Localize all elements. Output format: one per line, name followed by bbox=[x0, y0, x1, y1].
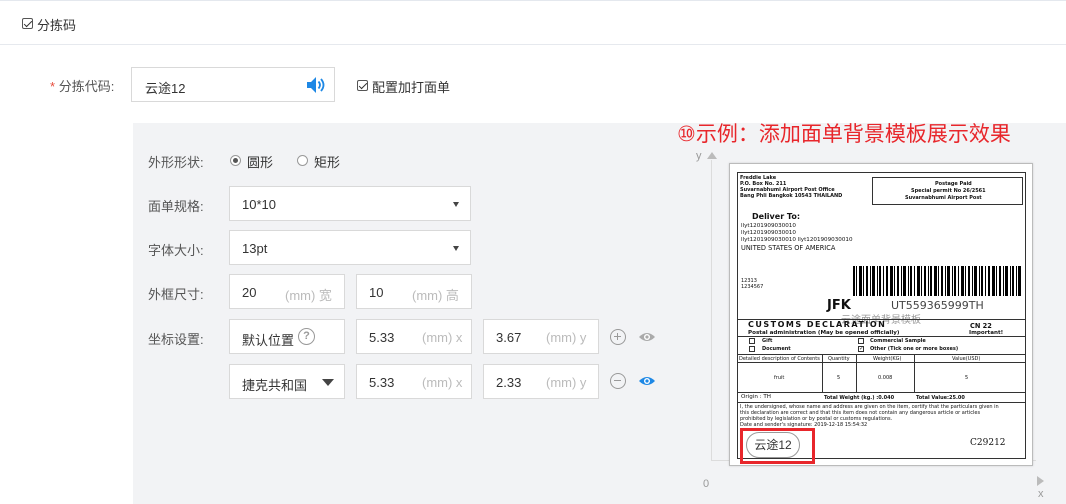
font-select[interactable]: 13pt bbox=[229, 230, 471, 265]
coords-label: 坐标设置: bbox=[148, 332, 204, 347]
origin-text: Origin : TH bbox=[741, 394, 771, 400]
total-value: Total Value:25.00 bbox=[916, 395, 965, 401]
label-divider bbox=[737, 336, 1026, 337]
cn22-label: CN 22 bbox=[970, 322, 992, 330]
label-preview: Freddie Lake P.O. Box No. 211 Suvarnabhu… bbox=[729, 163, 1033, 466]
sort-code-input[interactable]: 云途12 bbox=[131, 67, 335, 102]
sort-code-value: 云途12 bbox=[145, 81, 186, 96]
overlay-highlight-box bbox=[740, 428, 815, 464]
document-label: Document bbox=[762, 346, 791, 352]
gift-label: Gift bbox=[762, 338, 773, 344]
other-label: Other (Tick one or more boxes) bbox=[870, 346, 959, 352]
recipient-line: llyt1201909030010 bbox=[741, 230, 796, 236]
font-label: 字体大小: bbox=[148, 243, 204, 258]
speaker-icon[interactable] bbox=[306, 76, 326, 94]
postage-line: Special permit No 26/2561 bbox=[911, 188, 986, 194]
y-axis bbox=[711, 160, 712, 460]
country-select[interactable]: 捷克共和国 bbox=[229, 364, 345, 399]
x-unit-1: (mm) x bbox=[422, 330, 463, 345]
y-unit-2: (mm) y bbox=[546, 375, 587, 390]
eye-icon[interactable] bbox=[638, 331, 656, 343]
label-divider bbox=[737, 402, 1026, 403]
table-cell: 0.008 bbox=[878, 375, 893, 381]
shape-rect-radio[interactable] bbox=[297, 155, 308, 166]
shape-label: 外形形状: bbox=[148, 155, 204, 170]
caret-down-icon bbox=[322, 379, 334, 386]
table-cell: 5 bbox=[837, 375, 841, 381]
eye-icon[interactable] bbox=[638, 375, 656, 387]
commercial-label: Commercial Sample bbox=[870, 338, 926, 344]
reference-code: C29212 bbox=[970, 438, 1006, 448]
frame-height-unit: (mm) 高 bbox=[412, 288, 459, 303]
frame-label: 外框尺寸: bbox=[148, 287, 204, 302]
y-axis-label: y bbox=[696, 150, 702, 162]
frame-width-unit: (mm) 宽 bbox=[285, 288, 332, 303]
table-cell: 5 bbox=[965, 375, 969, 381]
size-value: 10*10 bbox=[242, 197, 276, 212]
table-column-line bbox=[856, 354, 857, 392]
customs-title: CUSTOMS DECLARATION bbox=[748, 320, 887, 329]
sort-code-section-label: 分拣码 bbox=[37, 18, 77, 33]
section-header: 分拣码 bbox=[0, 1, 1066, 45]
y-value-2: 2.33 bbox=[496, 375, 522, 390]
code-line: 1234567 bbox=[741, 284, 764, 290]
table-column-line bbox=[914, 354, 915, 392]
x-unit-2: (mm) x bbox=[422, 375, 463, 390]
postage-box: Postage Paid Special permit No 26/2561 S… bbox=[872, 177, 1023, 205]
shape-rect-label[interactable]: 矩形 bbox=[314, 152, 340, 171]
total-weight: Total Weight (kg.) :0.040 bbox=[824, 395, 895, 401]
frame-height-input[interactable]: 10 (mm) 高 bbox=[356, 274, 472, 309]
print-on-label-checkbox[interactable] bbox=[357, 80, 368, 91]
gift-checkbox bbox=[749, 338, 755, 344]
x-input-1[interactable]: 5.33 (mm) x bbox=[356, 319, 472, 354]
frame-width-input[interactable]: 20 (mm) 宽 bbox=[229, 274, 345, 309]
frame-height-value: 10 bbox=[369, 285, 384, 300]
x-axis-label: x bbox=[1038, 488, 1044, 500]
document-checkbox bbox=[749, 346, 755, 352]
print-on-label-text: 配置加打面单 bbox=[372, 80, 451, 95]
size-label: 面单规格: bbox=[148, 199, 204, 214]
chevron-down-icon bbox=[453, 246, 459, 251]
other-checkbox-checked: ✓ bbox=[858, 346, 865, 352]
position-default-field[interactable]: 默认位置 ? bbox=[229, 319, 345, 354]
deliver-to-label: Deliver To: bbox=[752, 212, 801, 221]
remove-position-icon[interactable] bbox=[610, 373, 626, 389]
y-input-1[interactable]: 3.67 (mm) y bbox=[483, 319, 599, 354]
sender-line: Bang Phli Bangkok 10543 THAILAND bbox=[740, 193, 843, 199]
y-unit-1: (mm) y bbox=[546, 330, 587, 345]
add-position-icon[interactable] bbox=[610, 329, 626, 345]
label-divider bbox=[737, 392, 1026, 393]
table-column-line bbox=[822, 354, 823, 392]
help-icon[interactable]: ? bbox=[298, 328, 315, 345]
y-value-1: 3.67 bbox=[496, 330, 522, 345]
recipient-line: UNITED STATES OF AMERICA bbox=[741, 244, 836, 252]
x-axis-arrow-icon bbox=[1037, 476, 1044, 486]
y-input-2[interactable]: 2.33 (mm) y bbox=[483, 364, 599, 399]
sort-code-field-label: * 分拣代码: bbox=[50, 79, 115, 94]
origin-label: 0 bbox=[703, 478, 710, 490]
postage-line: Suvarnabhumi Airport Post bbox=[905, 195, 982, 201]
shape-circle-label[interactable]: 圆形 bbox=[247, 152, 273, 171]
recipient-line: llyt1201909030010 llyt1201909030010 bbox=[741, 237, 853, 243]
x-value-2: 5.33 bbox=[369, 375, 395, 390]
barcode-image bbox=[853, 266, 1021, 296]
font-value: 13pt bbox=[242, 241, 268, 256]
recipient-line: llyt1201909030010 bbox=[741, 223, 796, 229]
commercial-checkbox bbox=[858, 338, 864, 344]
size-select[interactable]: 10*10 bbox=[229, 186, 471, 221]
x-value-1: 5.33 bbox=[369, 330, 395, 345]
frame-width-value: 20 bbox=[242, 285, 257, 300]
chevron-down-icon bbox=[453, 202, 459, 207]
preview-title: ⑩示例：添加面单背景模板展示效果 bbox=[677, 123, 1011, 146]
label-divider bbox=[737, 362, 1026, 363]
x-input-2[interactable]: 5.33 (mm) x bbox=[356, 364, 472, 399]
postage-line: Postage Paid bbox=[935, 181, 972, 187]
table-cell: fruit bbox=[774, 375, 785, 381]
y-axis-arrow-icon bbox=[707, 152, 717, 159]
sort-code-section-checkbox[interactable] bbox=[22, 18, 33, 29]
shape-circle-radio[interactable] bbox=[230, 155, 241, 166]
country-value: 捷克共和国 bbox=[242, 378, 308, 393]
label-divider bbox=[737, 354, 1026, 355]
position-default-value: 默认位置 bbox=[242, 333, 295, 348]
